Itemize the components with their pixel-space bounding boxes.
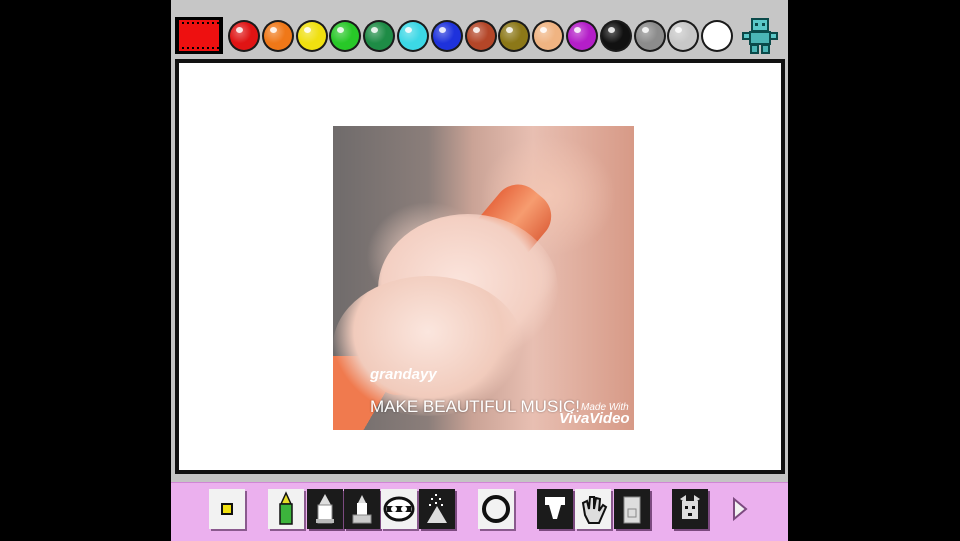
- pasted-photo: grandayy MAKE BEAUTIFUL MUSIC! Made With…: [333, 126, 634, 430]
- color-swatch-black[interactable]: [601, 22, 630, 50]
- crayon-icon[interactable]: [268, 489, 304, 529]
- color-swatch-blue[interactable]: [432, 22, 461, 50]
- hand-icon[interactable]: [575, 489, 611, 529]
- color-swatch-orange[interactable]: [263, 22, 292, 50]
- paint-app-window: grandayy MAKE BEAUTIFUL MUSIC! Made With…: [171, 0, 788, 541]
- color-swatch-light-gray[interactable]: [669, 22, 698, 50]
- paint-bucket-icon[interactable]: [537, 489, 573, 529]
- color-swatch-red[interactable]: [230, 22, 258, 50]
- user-watermark: grandayy: [370, 366, 437, 383]
- eraser-icon[interactable]: [614, 489, 650, 529]
- next-arrow-icon[interactable]: [724, 489, 760, 529]
- image-caption: MAKE BEAUTIFUL MUSIC!: [370, 397, 581, 416]
- color-swatch-brown[interactable]: [466, 22, 495, 50]
- brand-watermark: VivaVideo: [559, 410, 630, 427]
- color-swatch-purple[interactable]: [568, 22, 596, 50]
- color-swatch-olive[interactable]: [500, 22, 529, 50]
- color-swatch-yellow[interactable]: [297, 22, 326, 50]
- color-swatch-peach[interactable]: [534, 22, 563, 50]
- color-swatch-white[interactable]: [703, 22, 732, 50]
- color-swatch-dark-green[interactable]: [365, 22, 394, 50]
- drawing-canvas[interactable]: grandayy MAKE BEAUTIFUL MUSIC! Made With…: [179, 63, 781, 470]
- color-swatch-cyan[interactable]: [399, 22, 427, 50]
- circle-shape-icon[interactable]: [478, 489, 514, 529]
- current-color-fill: [179, 20, 219, 51]
- color-palette-bar: [171, 0, 788, 60]
- dog-undo-icon[interactable]: [672, 489, 708, 529]
- lower-hand-shape: [333, 276, 523, 416]
- current-color-indicator: [175, 17, 223, 54]
- drawing-canvas-frame: grandayy MAKE BEAUTIFUL MUSIC! Made With…: [175, 59, 785, 474]
- tool-bar: [171, 482, 788, 541]
- thin-pencil-icon[interactable]: [344, 489, 380, 529]
- brush-size-icon[interactable]: [209, 489, 245, 529]
- thick-pencil-icon[interactable]: [307, 489, 343, 529]
- stamp-icon[interactable]: [381, 489, 417, 529]
- robot-mascot-icon[interactable]: [740, 17, 780, 55]
- color-swatch-gray[interactable]: [635, 22, 664, 50]
- spray-icon[interactable]: [419, 489, 455, 529]
- color-swatch-green[interactable]: [331, 22, 360, 50]
